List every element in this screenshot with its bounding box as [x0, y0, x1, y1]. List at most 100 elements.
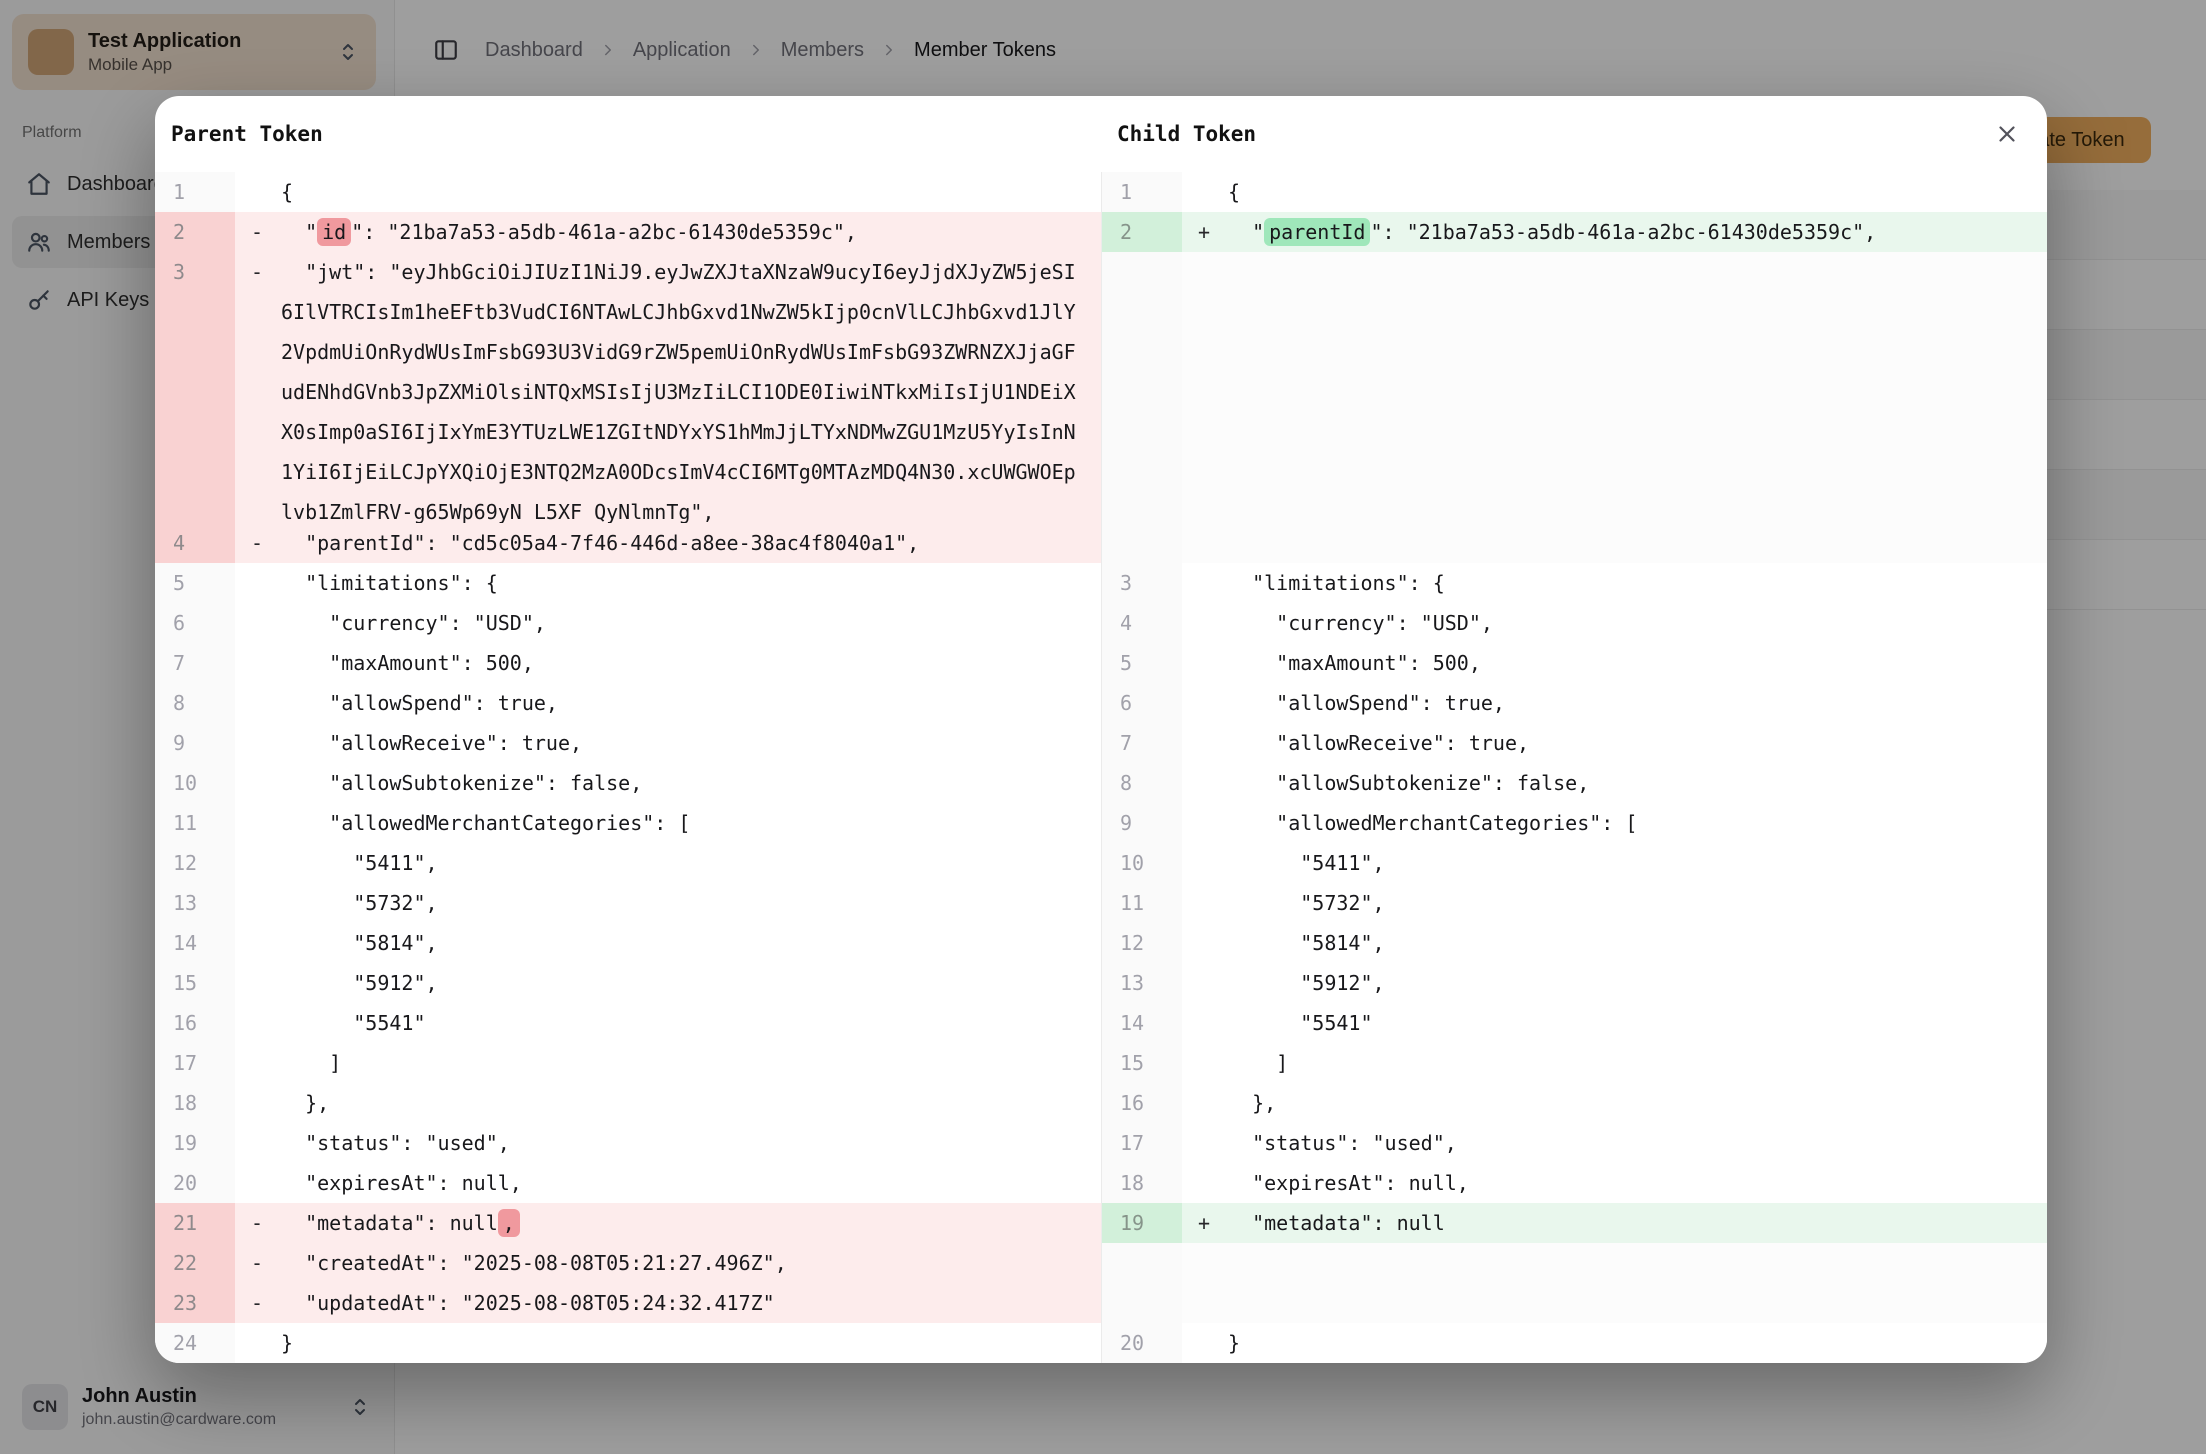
parent-diff-line: 6 "currency": "USD", [155, 603, 1101, 643]
removed-marker: - [251, 252, 263, 292]
line-number: 1 [1102, 172, 1182, 212]
line-number: 13 [1102, 963, 1182, 1003]
line-number: 8 [1102, 763, 1182, 803]
line-number: 16 [1102, 1083, 1182, 1123]
removed-marker: - [251, 1203, 263, 1243]
parent-diff-line: 19 "status": "used", [155, 1123, 1101, 1163]
parent-diff-line: 2- "id": "21ba7a53-a5db-461a-a2bc-61430d… [155, 212, 1101, 252]
parent-diff-line: 17 ] [155, 1043, 1101, 1083]
line-number: 8 [155, 683, 235, 723]
line-number: 17 [1102, 1123, 1182, 1163]
line-number: 16 [155, 1003, 235, 1043]
parent-diff-line: 7 "maxAmount": 500, [155, 643, 1101, 683]
added-marker: + [1198, 1203, 1210, 1243]
line-number: 24 [155, 1323, 235, 1363]
line-number [1102, 523, 1182, 563]
removed-marker: - [251, 212, 263, 252]
line-number: 19 [1102, 1203, 1182, 1243]
line-number: 22 [155, 1243, 235, 1283]
child-diff-line: 4 "currency": "USD", [1101, 603, 2047, 643]
line-number: 7 [155, 643, 235, 683]
line-number: 14 [1102, 1003, 1182, 1043]
child-token-title: Child Token [1101, 122, 2047, 146]
line-number: 3 [155, 252, 235, 523]
child-diff-line: 17 "status": "used", [1101, 1123, 2047, 1163]
line-number: 10 [1102, 843, 1182, 883]
line-number: 2 [155, 212, 235, 252]
child-diff-line: 20} [1101, 1323, 2047, 1363]
parent-diff-line: 3- "jwt": "eyJhbGciOiJIUzI1NiJ9.eyJwZXJt… [155, 252, 1101, 523]
inline-diff-highlight: parentId [1264, 218, 1370, 246]
close-icon[interactable] [1989, 116, 2025, 152]
parent-diff-line: 12 "5411", [155, 843, 1101, 883]
line-number: 18 [1102, 1163, 1182, 1203]
line-number: 15 [155, 963, 235, 1003]
line-number [1102, 1283, 1182, 1323]
parent-diff-line: 9 "allowReceive": true, [155, 723, 1101, 763]
line-number: 21 [155, 1203, 235, 1243]
removed-marker: - [251, 1243, 263, 1283]
line-number: 7 [1102, 723, 1182, 763]
parent-diff-line: 15 "5912", [155, 963, 1101, 1003]
child-diff-line [1101, 252, 2047, 523]
line-number: 18 [155, 1083, 235, 1123]
child-diff-line [1101, 1283, 2047, 1323]
child-diff-line: 7 "allowReceive": true, [1101, 723, 2047, 763]
parent-token-title: Parent Token [155, 122, 1101, 146]
line-number: 5 [1102, 643, 1182, 683]
parent-diff-line: 23- "updatedAt": "2025-08-08T05:24:32.41… [155, 1283, 1101, 1323]
child-diff-line: 9 "allowedMerchantCategories": [ [1101, 803, 2047, 843]
parent-diff-line: 8 "allowSpend": true, [155, 683, 1101, 723]
parent-diff-line: 4- "parentId": "cd5c05a4-7f46-446d-a8ee-… [155, 523, 1101, 563]
inline-diff-highlight: , [498, 1209, 520, 1237]
diff-grid: 1{1{2- "id": "21ba7a53-a5db-461a-a2bc-61… [155, 172, 2047, 1363]
parent-diff-line: 14 "5814", [155, 923, 1101, 963]
line-number: 15 [1102, 1043, 1182, 1083]
token-diff-modal: Parent Token Child Token 1{1{2- "id": "2… [155, 96, 2047, 1363]
parent-diff-line: 22- "createdAt": "2025-08-08T05:21:27.49… [155, 1243, 1101, 1283]
child-diff-line: 1{ [1101, 172, 2047, 212]
line-number: 1 [155, 172, 235, 212]
line-number: 6 [155, 603, 235, 643]
child-diff-line: 13 "5912", [1101, 963, 2047, 1003]
line-number: 5 [155, 563, 235, 603]
child-diff-line: 11 "5732", [1101, 883, 2047, 923]
removed-marker: - [251, 523, 263, 563]
line-number: 2 [1102, 212, 1182, 252]
line-number: 6 [1102, 683, 1182, 723]
child-diff-line: 10 "5411", [1101, 843, 2047, 883]
child-diff-line: 19+ "metadata": null [1101, 1203, 2047, 1243]
parent-diff-line: 13 "5732", [155, 883, 1101, 923]
line-number: 20 [1102, 1323, 1182, 1363]
parent-diff-line: 16 "5541" [155, 1003, 1101, 1043]
line-number: 4 [1102, 603, 1182, 643]
line-number: 9 [1102, 803, 1182, 843]
parent-diff-line: 20 "expiresAt": null, [155, 1163, 1101, 1203]
line-number: 12 [1102, 923, 1182, 963]
child-diff-line: 5 "maxAmount": 500, [1101, 643, 2047, 683]
parent-diff-line: 18 }, [155, 1083, 1101, 1123]
modal-header: Parent Token Child Token [155, 96, 2047, 172]
child-diff-line [1101, 1243, 2047, 1283]
child-diff-line: 16 }, [1101, 1083, 2047, 1123]
parent-diff-line: 1{ [155, 172, 1101, 212]
line-number: 11 [1102, 883, 1182, 923]
line-number: 3 [1102, 563, 1182, 603]
line-number: 11 [155, 803, 235, 843]
child-diff-line: 14 "5541" [1101, 1003, 2047, 1043]
line-number: 9 [155, 723, 235, 763]
line-number: 13 [155, 883, 235, 923]
line-number: 20 [155, 1163, 235, 1203]
child-diff-line: 2+ "parentId": "21ba7a53-a5db-461a-a2bc-… [1101, 212, 2047, 252]
removed-marker: - [251, 1283, 263, 1323]
parent-diff-line: 24} [155, 1323, 1101, 1363]
parent-diff-line: 5 "limitations": { [155, 563, 1101, 603]
parent-diff-line: 11 "allowedMerchantCategories": [ [155, 803, 1101, 843]
child-diff-line: 8 "allowSubtokenize": false, [1101, 763, 2047, 803]
line-number: 12 [155, 843, 235, 883]
child-diff-line: 12 "5814", [1101, 923, 2047, 963]
line-number: 4 [155, 523, 235, 563]
child-diff-line: 15 ] [1101, 1043, 2047, 1083]
child-diff-line: 18 "expiresAt": null, [1101, 1163, 2047, 1203]
line-number: 17 [155, 1043, 235, 1083]
